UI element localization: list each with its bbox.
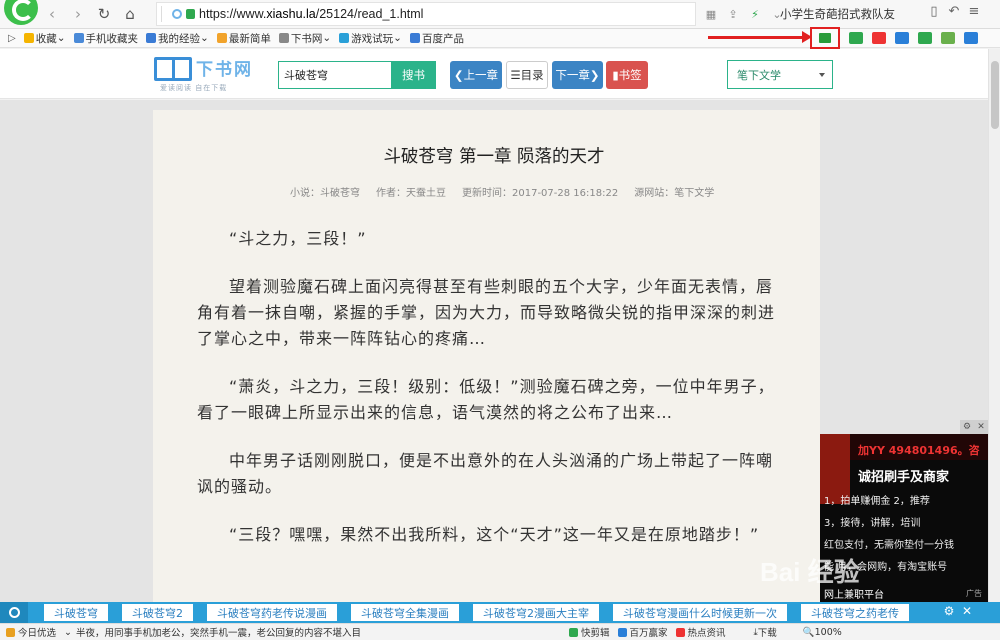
grid-icon[interactable]: ▦ bbox=[703, 6, 719, 22]
meta-updated: 更新时间：2017-07-28 16:18:22 bbox=[462, 188, 619, 199]
chapter-meta: 小说：斗破苍穹 作者：天蚕土豆 更新时间：2017-07-28 16:18:22… bbox=[290, 184, 730, 199]
paw-icon bbox=[146, 33, 157, 43]
grid-icon[interactable] bbox=[964, 32, 978, 44]
paw-icon bbox=[409, 33, 420, 43]
today-picks[interactable]: 今日优选 bbox=[6, 625, 56, 639]
gamepad-icon[interactable] bbox=[918, 32, 932, 44]
sidebar-toggle-icon[interactable]: ▷ bbox=[8, 33, 16, 44]
related-item[interactable]: 斗破苍穹2漫画大主宰 bbox=[473, 604, 599, 621]
scrollbar[interactable] bbox=[988, 49, 1000, 602]
prev-chapter-button[interactable]: ❮ 上一章 bbox=[450, 61, 502, 89]
book-search-input[interactable]: 斗破苍穹 bbox=[278, 61, 392, 89]
reader-extension-icon[interactable] bbox=[810, 27, 840, 49]
annotation-arrow bbox=[708, 31, 812, 43]
forward-icon[interactable]: › bbox=[66, 2, 90, 26]
game-icon bbox=[339, 33, 350, 43]
search-icon[interactable] bbox=[0, 602, 28, 623]
chevron-down-icon bbox=[819, 73, 825, 77]
paragraph: 望着测验魔石碑上面闪亮得甚至有些刺眼的五个大字，少年面无表情，唇角有着一抹自嘲，… bbox=[197, 277, 776, 348]
bookmark-item[interactable]: 我的经验 ⌄ bbox=[146, 31, 209, 46]
paragraph: “斗之力，三段！” bbox=[229, 229, 367, 248]
trophy-icon bbox=[617, 627, 627, 637]
search-book-button[interactable]: 搜书 bbox=[391, 61, 436, 89]
search-input[interactable]: 小学生奇葩招式救队友 bbox=[776, 4, 914, 24]
related-item[interactable]: 斗破苍穹全集漫画 bbox=[351, 604, 459, 621]
loading-icon bbox=[172, 9, 182, 19]
scissors-icon[interactable] bbox=[872, 32, 886, 44]
source-select[interactable]: 笔下文学 bbox=[727, 60, 833, 89]
chapter-body: “斗之力，三段！” 望着测验魔石碑上面闪亮得甚至有些刺眼的五个大字，少年面无表情… bbox=[197, 226, 782, 570]
news-icon bbox=[675, 627, 685, 637]
bookmark-item[interactable]: 最新简单 bbox=[216, 31, 271, 46]
bookmark-item[interactable]: 游戏试玩 ⌄ bbox=[339, 31, 402, 46]
phone-icon bbox=[73, 33, 84, 43]
browser-toolbar: ‹ › ↻ ⌂ https://www.xiashu.la/25124/read… bbox=[0, 0, 1000, 29]
video-icon bbox=[569, 627, 578, 637]
browser-logo-icon[interactable] bbox=[4, 0, 38, 25]
close-icon[interactable]: ✕ bbox=[958, 604, 976, 618]
related-search-bar: 斗破苍穹 斗破苍穹2 斗破苍穹药老传说漫画 斗破苍穹全集漫画 斗破苍穹2漫画大主… bbox=[0, 602, 1000, 623]
related-item[interactable]: 斗破苍穹2 bbox=[122, 604, 193, 621]
home-icon[interactable]: ⌂ bbox=[118, 2, 142, 26]
search-icon[interactable] bbox=[895, 32, 909, 44]
bookmark-button[interactable]: ▮ 书签 bbox=[606, 61, 648, 89]
site-logo[interactable]: 下书网 爱读阅读 自在下载 bbox=[154, 55, 264, 92]
bookmark-item[interactable]: 手机收藏夹 bbox=[73, 31, 138, 46]
undo-icon[interactable]: ↶ bbox=[944, 4, 964, 19]
quick-edit[interactable]: 快剪辑 bbox=[569, 625, 610, 639]
close-icon[interactable]: ✕ bbox=[974, 420, 988, 434]
back-icon[interactable]: ‹ bbox=[40, 2, 64, 26]
news-ticker[interactable]: ⌄ 半夜，用同事手机加老公，突然手机一震，老公回复的内容不堪入目 bbox=[64, 625, 361, 640]
settings-icon[interactable]: ⚙ bbox=[960, 420, 974, 434]
flash-icon[interactable]: ⚡ bbox=[747, 6, 763, 22]
menu-icon[interactable]: ≡ bbox=[964, 4, 984, 19]
million-winner[interactable]: 百万赢家 bbox=[617, 625, 668, 639]
lock-icon bbox=[186, 9, 195, 19]
paragraph: “萧炎，斗之力，三段！级别：低级！”测验魔石碑之旁，一位中年男子，看了一眼碑上所… bbox=[197, 377, 775, 422]
related-item[interactable]: 斗破苍穹之药老传 bbox=[801, 604, 909, 621]
bookmark-item[interactable]: 下书网 ⌄ bbox=[278, 31, 331, 46]
watermark: Bai 经验 bbox=[760, 557, 860, 587]
url-text: https://www.xiashu.la/25124/read_1.html bbox=[199, 7, 424, 21]
paragraph: 中年男子话刚刚脱口，便是不出意外的在人头汹涌的广场上带起了一阵嘲讽的骚动。 bbox=[197, 451, 774, 496]
status-bar: 今日优选 ⌄ 半夜，用同事手机加老公，突然手机一震，老公回复的内容不堪入目 快剪… bbox=[0, 623, 1000, 640]
hot-news[interactable]: 热点资讯 bbox=[675, 625, 726, 639]
scrollbar-thumb[interactable] bbox=[991, 61, 999, 129]
share-icon[interactable]: ⇪ bbox=[725, 6, 741, 22]
zoom-level[interactable]: 🔍 100% bbox=[803, 627, 842, 638]
chapter-title: 斗破苍穹 第一章 陨落的天才 bbox=[383, 147, 605, 167]
book-icon bbox=[154, 57, 192, 81]
shield-icon[interactable] bbox=[941, 32, 955, 44]
download-item[interactable]: ⤓ 下载 bbox=[754, 625, 777, 640]
hand-icon bbox=[216, 33, 227, 43]
paragraph: “三段？嘿嘿，果然不出我所料，这个“天才”这一年又是在原地踏步！” bbox=[229, 525, 760, 544]
meta-author: 作者：天蚕土豆 bbox=[376, 188, 446, 199]
toc-button[interactable]: ☰ 目录 bbox=[506, 61, 548, 89]
star-icon bbox=[23, 33, 34, 43]
meta-source: 源网站：笔下文学 bbox=[634, 188, 715, 199]
site-header: 下书网 爱读阅读 自在下载 斗破苍穹 搜书 ❮ 上一章 ☰ 目录 下一章 ❯ ▮… bbox=[0, 49, 988, 99]
related-item[interactable]: 斗破苍穹药老传说漫画 bbox=[207, 604, 337, 621]
next-chapter-button[interactable]: 下一章 ❯ bbox=[552, 61, 603, 89]
related-item[interactable]: 斗破苍穹 bbox=[44, 604, 108, 621]
refresh-icon[interactable]: ↻ bbox=[92, 2, 116, 26]
settings-icon[interactable]: ⚙ bbox=[940, 604, 958, 618]
bookmark-item[interactable]: 收藏 ⌄ bbox=[23, 31, 66, 46]
phone-icon[interactable]: ▯ bbox=[924, 4, 944, 19]
flame-icon bbox=[6, 627, 15, 637]
book-icon bbox=[278, 33, 289, 43]
extension-icon[interactable] bbox=[849, 32, 863, 44]
bookmark-item[interactable]: 百度产品 bbox=[409, 31, 464, 46]
related-item[interactable]: 斗破苍穹漫画什么时候更新一次 bbox=[613, 604, 787, 621]
meta-novel: 小说：斗破苍穹 bbox=[290, 188, 360, 199]
address-bar[interactable]: https://www.xiashu.la/25124/read_1.html bbox=[156, 2, 696, 26]
